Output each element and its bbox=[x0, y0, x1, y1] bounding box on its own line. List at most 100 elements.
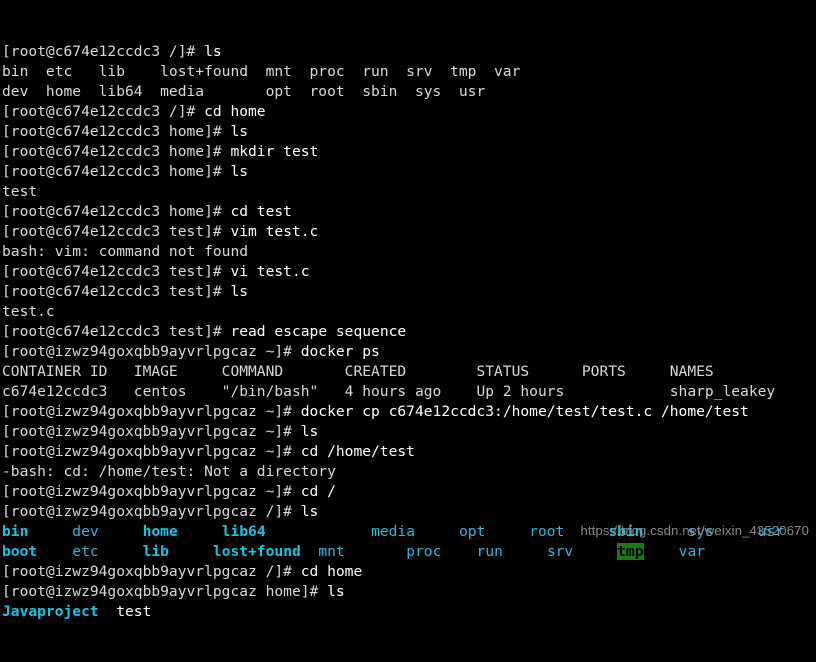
shell-prompt: [root@izwz94goxqbb9ayvrlpgcaz /]# bbox=[2, 503, 301, 520]
terminal-line: bin etc lib lost+found mnt proc run srv … bbox=[2, 62, 816, 82]
terminal-line: [root@c674e12ccdc3 /]# cd home bbox=[2, 102, 816, 122]
shell-prompt: [root@izwz94goxqbb9ayvrlpgcaz ~]# bbox=[2, 423, 301, 440]
terminal-text: test bbox=[2, 183, 38, 200]
ls-entry: dev bbox=[72, 523, 99, 540]
ls-gap bbox=[37, 543, 72, 560]
ls-gap bbox=[169, 543, 213, 560]
shell-command: ls bbox=[327, 583, 345, 600]
terminal-line: [root@izwz94goxqbb9ayvrlpgcaz ~]# docker… bbox=[2, 342, 816, 362]
ls-entry: test bbox=[116, 603, 152, 620]
terminal-line: [root@izwz94goxqbb9ayvrlpgcaz ~]# ls bbox=[2, 422, 816, 442]
ls-entry: etc bbox=[72, 543, 99, 560]
shell-command: ls bbox=[300, 423, 319, 440]
shell-command: cd home bbox=[204, 103, 266, 120]
shell-command: ls bbox=[230, 123, 249, 140]
shell-prompt: [root@izwz94goxqbb9ayvrlpgcaz ~]# bbox=[2, 343, 301, 360]
shell-prompt: [root@c674e12ccdc3 test]# bbox=[2, 323, 231, 340]
terminal-text: -bash: cd: /home/test: Not a directory bbox=[2, 463, 336, 480]
ls-gap bbox=[301, 543, 319, 560]
watermark-url: https://blog.csdn.net/weixin_43520670 bbox=[580, 523, 809, 538]
terminal-line: [root@c674e12ccdc3 test]# read escape se… bbox=[2, 322, 816, 342]
ls-gap bbox=[28, 523, 72, 540]
terminal-line: [root@c674e12ccdc3 home]# cd test bbox=[2, 202, 816, 222]
shell-command: cd home bbox=[300, 563, 363, 580]
terminal-text: test.c bbox=[2, 303, 55, 320]
terminal-line: [root@izwz94goxqbb9ayvrlpgcaz /]# ls bbox=[2, 502, 816, 522]
shell-command: vim test.c bbox=[230, 223, 319, 240]
terminal-line: [root@izwz94goxqbb9ayvrlpgcaz home]# ls bbox=[2, 582, 816, 602]
terminal-screen[interactable]: [root@c674e12ccdc3 /]# ls bin etc lib los… bbox=[0, 0, 816, 620]
ls-gap bbox=[503, 543, 547, 560]
shell-command: cd /home/test bbox=[300, 443, 415, 460]
terminal-line: [root@c674e12ccdc3 home]# mkdir test bbox=[2, 142, 816, 162]
shell-prompt: [root@c674e12ccdc3 test]# bbox=[2, 263, 231, 280]
shell-prompt: [root@izwz94goxqbb9ayvrlpgcaz home]# bbox=[2, 583, 328, 600]
ls-entry: boot bbox=[2, 543, 38, 560]
shell-command: mkdir test bbox=[230, 143, 319, 160]
shell-prompt: [root@izwz94goxqbb9ayvrlpgcaz ~]# bbox=[2, 403, 301, 420]
ls-entry: opt bbox=[458, 523, 486, 540]
terminal-line: [root@izwz94goxqbb9ayvrlpgcaz ~]# docker… bbox=[2, 402, 816, 422]
shell-command: ls bbox=[300, 503, 319, 520]
shell-command: vi test.c bbox=[230, 263, 310, 280]
ls-entry: srv bbox=[546, 543, 574, 560]
shell-prompt: [root@izwz94goxqbb9ayvrlpgcaz ~]# bbox=[2, 483, 301, 500]
ls-gap bbox=[99, 603, 117, 620]
shell-prompt: [root@izwz94goxqbb9ayvrlpgcaz ~]# bbox=[2, 443, 301, 460]
terminal-line: Javaproject test bbox=[2, 602, 816, 622]
ls-entry: proc bbox=[406, 543, 442, 560]
shell-prompt: [root@c674e12ccdc3 home]# bbox=[2, 143, 231, 160]
shell-prompt: [root@c674e12ccdc3 test]# bbox=[2, 223, 231, 240]
terminal-line: -bash: cd: /home/test: Not a directory bbox=[2, 462, 816, 482]
shell-prompt: [root@c674e12ccdc3 home]# bbox=[2, 123, 231, 140]
shell-command: read escape sequence bbox=[230, 323, 407, 340]
terminal-text: CONTAINER ID IMAGE COMMAND CREATED STATU… bbox=[2, 363, 714, 380]
ls-gap bbox=[644, 543, 679, 560]
terminal-line: test.c bbox=[2, 302, 816, 322]
ls-entry: root bbox=[529, 523, 565, 540]
shell-command: docker cp c674e12ccdc3:/home/test/test.c… bbox=[300, 403, 749, 420]
shell-command: cd test bbox=[230, 203, 292, 220]
terminal-text: bash: vim: command not found bbox=[2, 243, 249, 260]
terminal-line: [root@izwz94goxqbb9ayvrlpgcaz ~]# cd / bbox=[2, 482, 816, 502]
shell-command: cd / bbox=[300, 483, 336, 500]
ls-gap bbox=[99, 543, 143, 560]
shell-command: docker ps bbox=[300, 343, 380, 360]
terminal-line: [root@izwz94goxqbb9ayvrlpgcaz /]# cd hom… bbox=[2, 562, 816, 582]
ls-entry: run bbox=[476, 543, 503, 560]
ls-entry: mnt bbox=[318, 543, 345, 560]
terminal-line: c674e12ccdc3 centos "/bin/bash" 4 hours … bbox=[2, 382, 816, 402]
shell-command: ls bbox=[230, 283, 249, 300]
terminal-line: [root@c674e12ccdc3 home]# ls bbox=[2, 162, 816, 182]
terminal-line: [root@c674e12ccdc3 test]# vi test.c bbox=[2, 262, 816, 282]
ls-gap bbox=[485, 523, 529, 540]
shell-prompt: [root@izwz94goxqbb9ayvrlpgcaz /]# bbox=[2, 563, 301, 580]
ls-entry: home bbox=[142, 523, 178, 540]
ls-entry: lib bbox=[142, 543, 169, 560]
shell-command: ls bbox=[230, 163, 249, 180]
shell-command: ls bbox=[204, 43, 222, 60]
ls-entry: media bbox=[371, 523, 415, 540]
terminal-text: dev home lib64 media opt root sbin sys u… bbox=[2, 83, 486, 100]
ls-gap bbox=[441, 543, 476, 560]
terminal-line: CONTAINER ID IMAGE COMMAND CREATED STATU… bbox=[2, 362, 816, 382]
ls-entry: tmp bbox=[617, 543, 644, 560]
ls-entry: Javaproject bbox=[2, 603, 99, 620]
ls-gap bbox=[99, 523, 143, 540]
shell-prompt: [root@c674e12ccdc3 home]# bbox=[2, 203, 231, 220]
ls-gap bbox=[573, 543, 617, 560]
ls-gap bbox=[178, 523, 222, 540]
shell-prompt: [root@c674e12ccdc3 test]# bbox=[2, 283, 231, 300]
ls-entry: lib64 bbox=[221, 523, 266, 540]
ls-gap bbox=[266, 523, 371, 540]
terminal-line: bash: vim: command not found bbox=[2, 242, 816, 262]
terminal-text: bin etc lib lost+found mnt proc run srv … bbox=[2, 63, 521, 80]
shell-prompt: [root@c674e12ccdc3 home]# bbox=[2, 163, 231, 180]
terminal-line: dev home lib64 media opt root sbin sys u… bbox=[2, 82, 816, 102]
shell-prompt: [root@c674e12ccdc3 /]# bbox=[2, 43, 205, 60]
terminal-line: [root@c674e12ccdc3 test]# vim test.c bbox=[2, 222, 816, 242]
terminal-line: [root@izwz94goxqbb9ayvrlpgcaz ~]# cd /ho… bbox=[2, 442, 816, 462]
terminal-line: boot etc lib lost+found mnt proc run srv… bbox=[2, 542, 816, 562]
ls-gap bbox=[415, 523, 459, 540]
terminal-text: c674e12ccdc3 centos "/bin/bash" 4 hours … bbox=[2, 383, 776, 400]
